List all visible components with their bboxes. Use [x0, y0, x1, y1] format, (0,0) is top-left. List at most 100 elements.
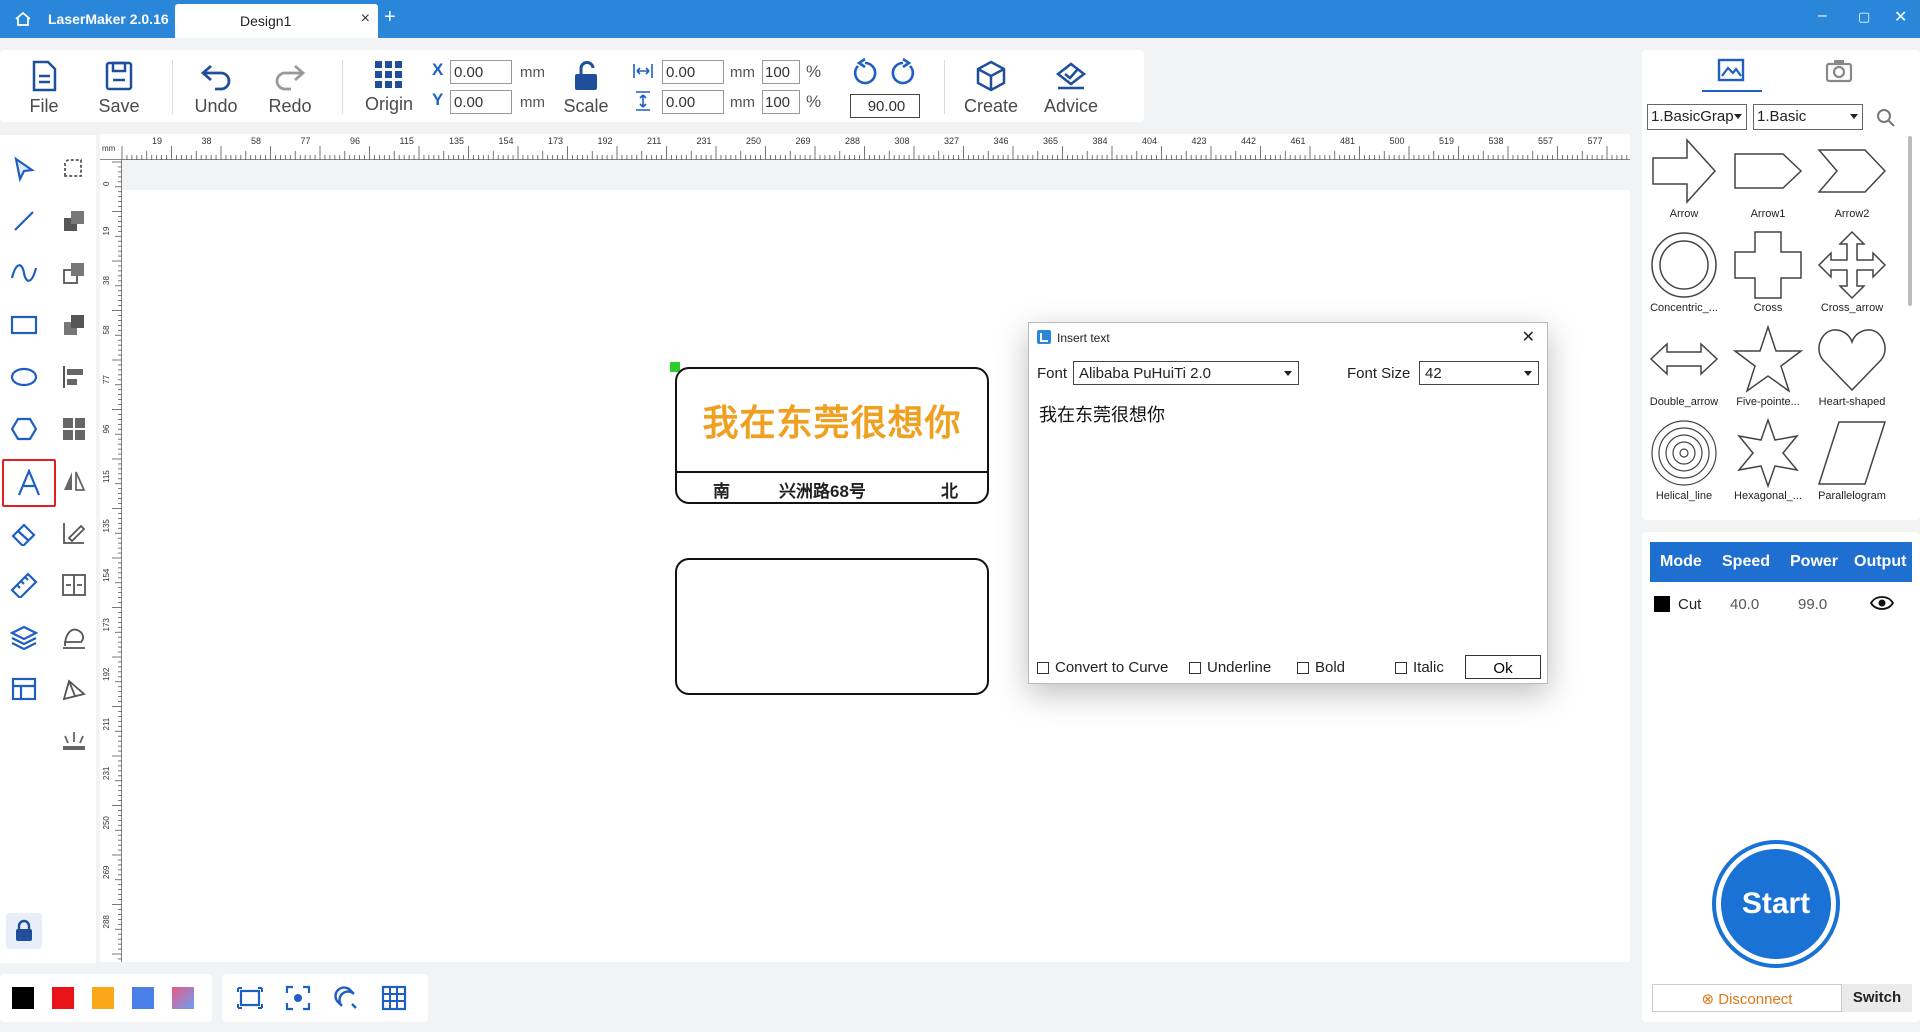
canvas-box-1[interactable]: 我在东莞很想你 南 兴洲路68号 北	[675, 367, 989, 504]
tab-design1[interactable]: Design1 ×	[175, 4, 378, 38]
height-percent-input[interactable]	[762, 90, 800, 114]
italic-checkbox[interactable]: Italic	[1395, 659, 1444, 676]
curve-tool[interactable]	[6, 255, 42, 291]
ellipse-tool[interactable]	[6, 359, 42, 395]
switch-button[interactable]: Switch	[1842, 984, 1912, 1012]
category-select[interactable]: 1.BasicGrap	[1647, 104, 1747, 130]
camera-icon[interactable]	[1824, 56, 1854, 86]
new-tab-icon[interactable]: +	[384, 6, 396, 29]
align-tool[interactable]	[56, 359, 92, 395]
eye-icon[interactable]	[1870, 594, 1894, 612]
font-size-select[interactable]: 42	[1419, 361, 1539, 385]
shape-arrow[interactable]: Arrow	[1642, 136, 1726, 230]
select-tool[interactable]	[6, 151, 42, 187]
swatch-red[interactable]	[52, 987, 74, 1009]
restore-icon[interactable]: ▢	[1858, 9, 1870, 25]
shape-cross-arrow[interactable]: Cross_arrow	[1810, 230, 1894, 324]
minimize-icon[interactable]: –	[1818, 7, 1827, 25]
height-input[interactable]	[662, 90, 724, 114]
canvas-text-north[interactable]: 北	[941, 477, 958, 502]
undo-button[interactable]: Undo	[188, 50, 244, 122]
rotate-left-icon[interactable]	[850, 58, 880, 88]
weld-tool[interactable]	[56, 203, 92, 239]
layer-row-cut[interactable]: Cut 40.0 99.0	[1650, 584, 1912, 624]
bold-checkbox[interactable]: Bold	[1297, 659, 1345, 676]
measure-tool[interactable]	[6, 567, 42, 603]
array-tool[interactable]	[56, 411, 92, 447]
close-window-icon[interactable]: ✕	[1894, 7, 1907, 27]
text-tool[interactable]	[2, 459, 56, 507]
magnet-icon[interactable]	[332, 984, 360, 1012]
layer-power[interactable]: 99.0	[1798, 596, 1827, 613]
create-button[interactable]: Create	[958, 50, 1024, 122]
burst-tool[interactable]	[56, 723, 92, 759]
dialog-close-icon[interactable]: ✕	[1522, 327, 1535, 347]
layer-speed[interactable]: 40.0	[1730, 596, 1759, 613]
width-percent-input[interactable]	[762, 60, 800, 84]
line-tool[interactable]	[6, 203, 42, 239]
swatch-black[interactable]	[12, 987, 34, 1009]
shape-arrow2[interactable]: Arrow2	[1810, 136, 1894, 230]
canvas-text-main[interactable]: 我在东莞很想你	[677, 369, 987, 471]
table-tool[interactable]	[6, 671, 42, 707]
grid-icon[interactable]	[380, 984, 408, 1012]
shape-hexagonal-star[interactable]: Hexagonal_...	[1726, 418, 1810, 512]
underline-checkbox[interactable]: Underline	[1189, 659, 1271, 676]
shape-arrow1[interactable]: Arrow1	[1726, 136, 1810, 230]
convert-to-curve-checkbox[interactable]: Convert to Curve	[1037, 659, 1168, 676]
shape-double-arrow[interactable]: Double_arrow	[1642, 324, 1726, 418]
width-input[interactable]	[662, 60, 724, 84]
save-button[interactable]: Save	[88, 50, 150, 122]
subcategory-select[interactable]: 1.Basic	[1753, 104, 1863, 130]
layer-mode[interactable]: Cut	[1678, 596, 1701, 613]
shape-cross[interactable]: Cross	[1726, 230, 1810, 324]
sketch-tool[interactable]	[56, 671, 92, 707]
eraser-tool[interactable]	[6, 515, 42, 551]
canvas-text-address[interactable]: 兴洲路68号	[779, 477, 866, 502]
subtract-tool[interactable]	[56, 255, 92, 291]
lock-tool[interactable]	[6, 913, 42, 949]
search-icon[interactable]	[1876, 108, 1896, 128]
split-tool[interactable]	[56, 567, 92, 603]
text-input-area[interactable]	[1035, 391, 1541, 647]
start-button[interactable]: Start	[1712, 840, 1840, 968]
tab-close-icon[interactable]: ×	[361, 10, 370, 28]
shape-library-scrollbar[interactable]	[1908, 136, 1912, 306]
node-edit-tool[interactable]	[56, 151, 92, 187]
canvas-text-south[interactable]: 南	[713, 477, 730, 502]
canvas-box-2[interactable]	[675, 558, 989, 695]
swatch-blue[interactable]	[132, 987, 154, 1009]
layers-tool[interactable]	[6, 619, 42, 655]
origin-button[interactable]: Origin	[356, 50, 422, 122]
layer-color-swatch[interactable]	[1654, 596, 1670, 612]
swatch-orange[interactable]	[92, 987, 114, 1009]
file-button[interactable]: File	[14, 50, 74, 122]
text-content[interactable]: 我在东莞很想你	[1039, 401, 1165, 427]
y-input[interactable]	[450, 90, 512, 114]
draw-tool[interactable]	[56, 515, 92, 551]
mirror-tool[interactable]	[56, 463, 92, 499]
disconnect-button[interactable]: ⊗ Disconnect	[1652, 984, 1842, 1012]
home-icon[interactable]	[14, 10, 32, 28]
ok-button[interactable]: Ok	[1465, 655, 1541, 679]
swatch-gradient[interactable]	[172, 987, 194, 1009]
shape-concentric[interactable]: Concentric_...	[1642, 230, 1726, 324]
font-select[interactable]: Alibaba PuHuiTi 2.0	[1073, 361, 1299, 385]
fit-frame-icon[interactable]	[236, 984, 264, 1012]
zoom-fit-icon[interactable]	[284, 984, 312, 1012]
shape-heart[interactable]: Heart-shaped	[1810, 324, 1894, 418]
scale-lock-button[interactable]: Scale	[560, 50, 612, 122]
handwrite-tool[interactable]	[56, 619, 92, 655]
x-input[interactable]	[450, 60, 512, 84]
intersect-tool[interactable]	[56, 307, 92, 343]
rotate-right-icon[interactable]	[888, 58, 918, 88]
redo-button[interactable]: Redo	[262, 50, 318, 122]
shape-helical-line[interactable]: Helical_line	[1642, 418, 1726, 512]
rectangle-tool[interactable]	[6, 307, 42, 343]
polygon-tool[interactable]	[6, 411, 42, 447]
advice-button[interactable]: Advice	[1036, 50, 1106, 122]
image-library-icon[interactable]	[1716, 56, 1746, 86]
shape-parallelogram[interactable]: Parallelogram	[1810, 418, 1894, 512]
shape-five-pointed-star[interactable]: Five-pointe...	[1726, 324, 1810, 418]
rotation-input[interactable]	[850, 94, 920, 118]
